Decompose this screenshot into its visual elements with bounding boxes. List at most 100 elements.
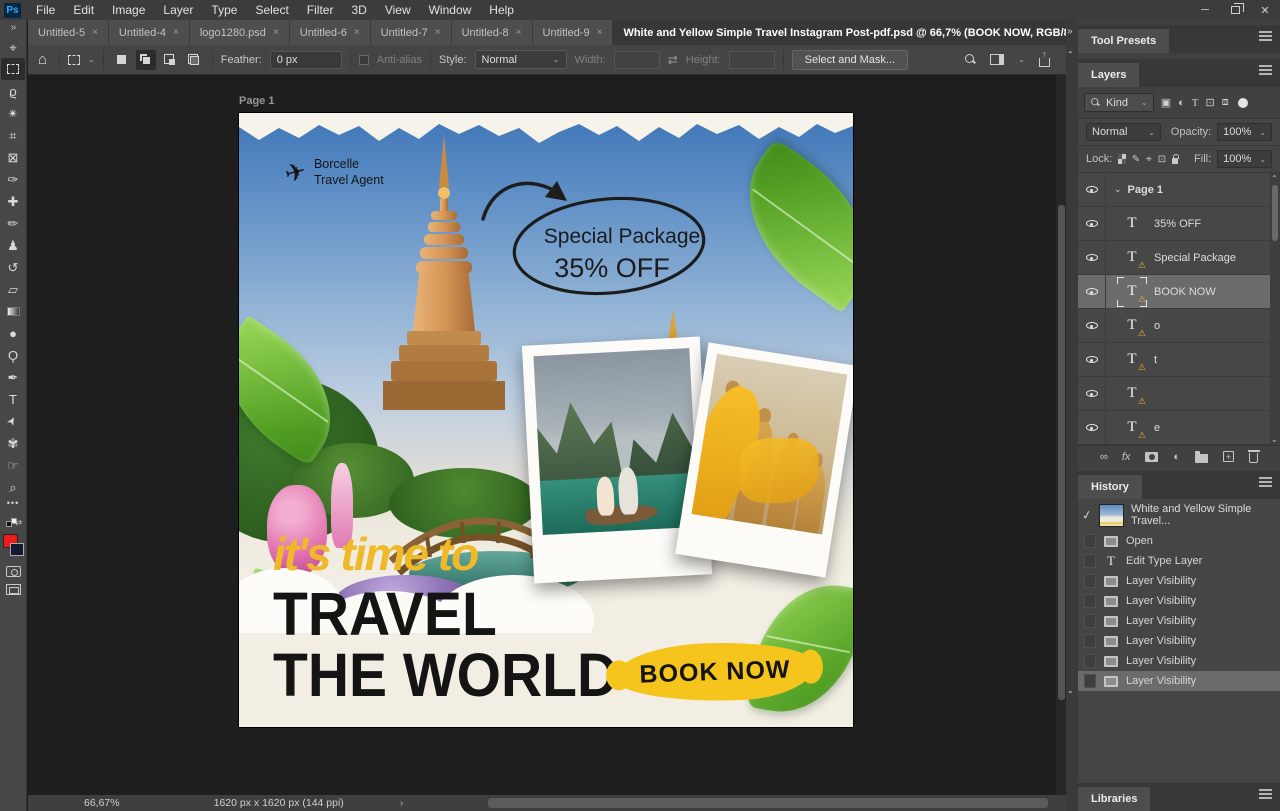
layer-visibility-toggle[interactable]: [1078, 411, 1106, 444]
history-state-row[interactable]: Layer Visibility: [1078, 571, 1280, 591]
type-layer-thumbnail[interactable]: T⚠: [1120, 314, 1144, 338]
document-tab[interactable]: logo1280.psd×: [190, 20, 290, 45]
group-expand-chevron-icon[interactable]: ⌄: [1114, 184, 1122, 195]
vertical-scrollbar-thumb[interactable]: [1058, 205, 1065, 700]
blur-tool[interactable]: ●: [1, 322, 25, 344]
share-icon[interactable]: [1039, 58, 1050, 67]
panel-menu-icon[interactable]: [1259, 481, 1272, 483]
height-input[interactable]: [729, 51, 775, 69]
artboard[interactable]: ✈ Borcelle Travel Agent Special Package …: [239, 113, 853, 727]
tab-close-icon[interactable]: ×: [435, 27, 441, 38]
layer-row[interactable]: T⚠ e: [1078, 411, 1280, 445]
type-layer-thumbnail[interactable]: T⚠: [1120, 416, 1144, 440]
tab-layers[interactable]: Layers: [1078, 63, 1139, 87]
search-icon[interactable]: [965, 54, 976, 65]
history-state-row[interactable]: Open: [1078, 531, 1280, 551]
gradient-tool[interactable]: [1, 300, 25, 322]
width-input[interactable]: [614, 51, 660, 69]
tab-close-icon[interactable]: ×: [173, 27, 179, 38]
close-button[interactable]: ✕: [1250, 0, 1280, 20]
document-tab[interactable]: Untitled-7×: [371, 20, 452, 45]
type-layer-thumbnail[interactable]: T⚠: [1120, 280, 1144, 304]
layer-name[interactable]: e: [1154, 422, 1160, 434]
menu-type[interactable]: Type: [202, 0, 246, 20]
pen-tool[interactable]: ✒: [1, 366, 25, 388]
adjustment-layer-icon[interactable]: ◐: [1173, 451, 1180, 463]
history-snapshot-row[interactable]: ✓ White and Yellow Simple Travel...: [1078, 499, 1280, 531]
path-selection-tool[interactable]: ➤: [1, 410, 25, 432]
photoshop-logo[interactable]: Ps: [4, 3, 21, 18]
tab-tool-presets[interactable]: Tool Presets: [1078, 29, 1169, 53]
tab-close-icon[interactable]: ×: [597, 27, 603, 38]
menu-image[interactable]: Image: [103, 0, 154, 20]
rectangular-marquee-tool[interactable]: [1, 58, 25, 80]
type-tool[interactable]: T: [1, 388, 25, 410]
status-chevron-icon[interactable]: ›: [354, 797, 404, 809]
menu-layer[interactable]: Layer: [154, 0, 202, 20]
new-selection-button[interactable]: [112, 50, 132, 70]
filter-type-layers-icon[interactable]: T: [1192, 97, 1199, 109]
history-source-well[interactable]: [1084, 654, 1096, 668]
tab-libraries[interactable]: Libraries: [1078, 787, 1150, 811]
layer-visibility-toggle[interactable]: [1078, 343, 1106, 376]
minimize-button[interactable]: ─: [1190, 0, 1220, 20]
layer-row[interactable]: T⚠BOOK NOW: [1078, 275, 1280, 309]
custom-shape-tool[interactable]: ✾: [1, 432, 25, 454]
document-tab[interactable]: Untitled-9×: [533, 20, 614, 45]
history-source-well[interactable]: [1084, 614, 1096, 628]
eraser-tool[interactable]: ▱: [1, 278, 25, 300]
delete-layer-icon[interactable]: [1249, 453, 1258, 463]
move-tool[interactable]: ⌖: [1, 36, 25, 58]
layer-row[interactable]: T35% OFF: [1078, 207, 1280, 241]
layers-scrollbar[interactable]: ⌃⌄: [1270, 173, 1280, 445]
workspace-chevron-icon[interactable]: ⌄: [1018, 55, 1025, 64]
lasso-tool[interactable]: ϱ: [1, 80, 25, 102]
link-layers-icon[interactable]: ∞: [1100, 451, 1107, 463]
dock-scroll-down-icon[interactable]: ⌄: [1067, 686, 1074, 695]
default-swap-colors-icon[interactable]: ⇄: [6, 518, 20, 530]
intersect-selection-button[interactable]: [184, 50, 204, 70]
history-state-row[interactable]: TEdit Type Layer: [1078, 551, 1280, 571]
background-color-swatch[interactable]: [10, 543, 24, 556]
menu-window[interactable]: Window: [420, 0, 481, 20]
brush-tool[interactable]: ✏: [1, 212, 25, 234]
filter-kind-select[interactable]: Kind ⌄: [1084, 93, 1154, 112]
history-source-well[interactable]: [1084, 594, 1096, 608]
layer-row[interactable]: T⚠Special Package: [1078, 241, 1280, 275]
active-tool-icon[interactable]: [68, 55, 80, 65]
new-layer-icon[interactable]: +: [1223, 451, 1234, 462]
history-state-row[interactable]: Layer Visibility: [1078, 671, 1280, 691]
layer-name[interactable]: 35% OFF: [1154, 218, 1201, 230]
swap-dimensions-icon[interactable]: ⇄: [668, 53, 678, 67]
lock-position-icon[interactable]: ⌖: [1146, 154, 1152, 165]
layer-visibility-toggle[interactable]: [1078, 309, 1106, 342]
layer-row[interactable]: T⚠: [1078, 377, 1280, 411]
anti-alias-checkbox[interactable]: [359, 55, 369, 65]
layer-visibility-toggle[interactable]: [1078, 275, 1106, 308]
lock-transparency-icon[interactable]: [1118, 154, 1125, 164]
history-source-well[interactable]: [1084, 574, 1096, 588]
dock-expand-icon[interactable]: »: [1067, 26, 1071, 37]
layers-scrollbar-thumb[interactable]: [1272, 185, 1278, 241]
feather-input[interactable]: 0 px: [270, 51, 342, 69]
zoom-level[interactable]: 66,67%: [28, 797, 134, 809]
filter-smart-objects-icon[interactable]: ⧈: [1222, 96, 1229, 109]
type-layer-thumbnail[interactable]: T⚠: [1120, 348, 1144, 372]
filter-toggle-icon[interactable]: [1238, 98, 1248, 108]
clone-stamp-tool[interactable]: ♟: [1, 234, 25, 256]
history-source-well[interactable]: [1084, 634, 1096, 648]
hand-tool[interactable]: ☞: [1, 454, 25, 476]
layer-name[interactable]: Special Package: [1154, 252, 1236, 264]
layer-visibility-toggle[interactable]: [1078, 377, 1106, 410]
frame-tool[interactable]: ⊠: [1, 146, 25, 168]
zoom-tool[interactable]: ⌕: [1, 476, 25, 498]
canvas-vertical-scrollbar[interactable]: [1056, 75, 1066, 795]
restore-button[interactable]: [1220, 0, 1250, 20]
layer-visibility-toggle[interactable]: [1078, 207, 1106, 240]
layer-effects-icon[interactable]: fx: [1122, 451, 1131, 463]
layer-name[interactable]: Page 1: [1128, 184, 1163, 196]
tab-close-icon[interactable]: ×: [354, 27, 360, 38]
screen-mode-button[interactable]: [6, 584, 21, 595]
tab-close-icon[interactable]: ×: [516, 27, 522, 38]
add-layer-mask-icon[interactable]: [1145, 452, 1158, 462]
